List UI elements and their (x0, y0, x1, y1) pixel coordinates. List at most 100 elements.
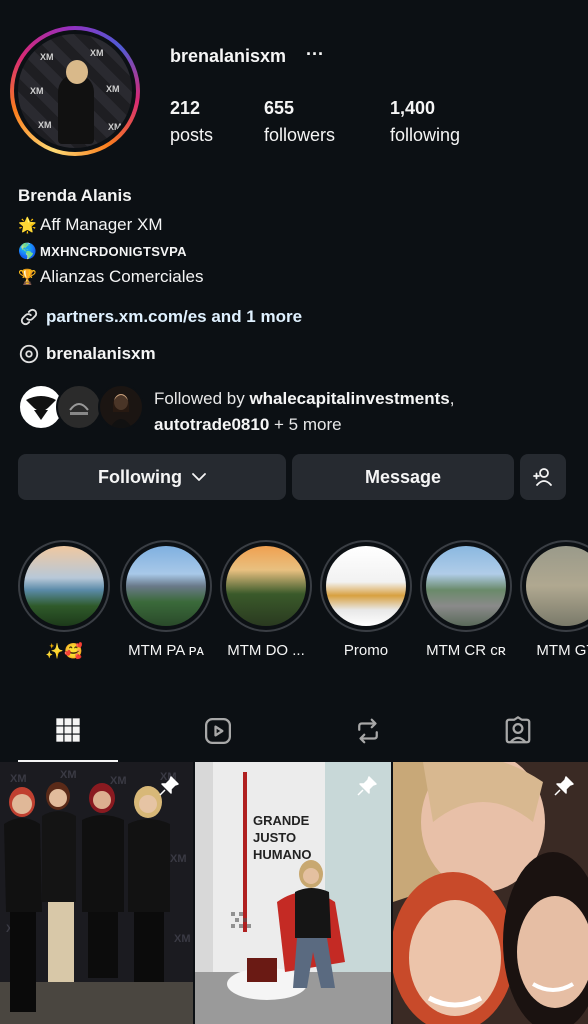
followers-count: 655 (264, 98, 295, 118)
highlight-label: ✨🥰 (45, 643, 83, 660)
highlight-item[interactable]: MTM CR ᴄʀ (420, 540, 512, 659)
link-icon (20, 308, 38, 326)
profile-bio: Brenda Alanis 🌟 Aff Manager XM 🌎 MXHNCRD… (18, 186, 578, 290)
highlight-label: MTM PA ᴘᴀ (128, 642, 204, 659)
pinned-icon (554, 776, 574, 796)
message-button[interactable]: Message (292, 454, 514, 500)
highlight-thumbnail (326, 546, 406, 626)
followed-by[interactable]: Followed by whalecapitalinvestments, aut… (18, 382, 578, 434)
profile-full-name: Brenda Alanis (18, 186, 132, 205)
highlight-item[interactable]: ✨🥰 (18, 540, 110, 660)
highlight-item[interactable]: MTM PA ᴘᴀ (120, 540, 212, 659)
xm-logo: XM (30, 86, 44, 96)
bio-line-alliances: 🏆 Alianzas Comerciales (18, 264, 578, 290)
followed-by-prefix: Followed by (154, 389, 250, 408)
profile-username: brenalanisxm (170, 46, 287, 66)
reels-icon (205, 718, 231, 744)
tab-posts[interactable] (18, 700, 118, 762)
post-image (393, 762, 588, 1024)
suggested-users-button[interactable] (520, 454, 566, 500)
post-sign-text: GRANDE JUSTO HUMANO (253, 813, 312, 862)
following-button[interactable]: Following (18, 454, 286, 500)
posts-grid: XMXMXMXM XMXMXMXM (0, 762, 588, 1024)
trophy-emoji: 🏆 (18, 269, 37, 286)
highlight-label: MTM DO ... (227, 642, 305, 659)
followed-by-text: Followed by whalecapitalinvestments, aut… (154, 386, 454, 438)
reposts-icon (358, 718, 378, 744)
post-image: XMXMXMXM XMXMXMXM (0, 762, 193, 1024)
follower-photo (110, 394, 132, 428)
post-thumbnail[interactable] (393, 762, 588, 1024)
tab-reposts[interactable] (318, 700, 418, 762)
following-count: 1,400 (390, 98, 436, 118)
bio-regions-text: MXHNCRDONIGTSVPA (40, 243, 187, 259)
followers-label: followers (264, 125, 336, 145)
svg-text:XM: XM (174, 933, 191, 945)
bio-line-regions: 🌎 MXHNCRDONIGTSVPA (18, 238, 578, 264)
more-options-icon[interactable]: ··· (306, 44, 324, 65)
profile-avatar[interactable]: XM XM XM XM XM XM (10, 26, 140, 156)
post-image (195, 762, 391, 1024)
highlight-item[interactable]: MTM GT (520, 540, 588, 659)
highlight-thumbnail (226, 546, 306, 626)
followed-by-comma: , (449, 389, 455, 408)
message-button-label: Message (364, 466, 442, 487)
following-button-label: Following (98, 466, 182, 487)
star-emoji: 🌟 (18, 217, 37, 234)
xm-logo: XM (38, 120, 52, 130)
add-user-icon (533, 468, 552, 486)
tagged-icon (505, 716, 531, 744)
bio-role-text: Aff Manager XM (40, 215, 163, 234)
threads-username: brenalanisxm (46, 344, 156, 363)
autotrade-logo-icon (69, 403, 89, 415)
avatar-head (66, 60, 88, 84)
highlight-thumbnail (126, 546, 206, 626)
svg-text:XM: XM (170, 853, 187, 865)
avatar-photo: XM XM XM XM XM XM (18, 34, 132, 148)
story-highlights: ✨🥰 MTM PA ᴘᴀ MTM DO ... Promo MTM CR ᴄʀ … (18, 540, 588, 670)
highlight-label: MTM CR ᴄʀ (426, 642, 506, 659)
posts-count: 212 (170, 98, 201, 118)
followed-user-1[interactable]: whalecapitalinvestments (249, 389, 449, 408)
follower-avatar-3 (98, 384, 144, 430)
highlight-item[interactable]: MTM DO ... (220, 540, 312, 659)
following-label: following (390, 125, 461, 145)
post-thumbnail[interactable]: XMXMXMXM XMXMXMXM (0, 762, 193, 1024)
svg-text:XM: XM (60, 769, 77, 781)
highlight-thumbnail (426, 546, 506, 626)
xm-logo: XM (106, 84, 120, 94)
profile-header: XM XM XM XM XM XM brenalanisxm ··· 212 p… (0, 0, 588, 170)
profile-tabs (0, 700, 588, 762)
grid-icon (56, 718, 80, 742)
highlight-label: Promo (343, 642, 389, 659)
xm-logo: XM (108, 122, 122, 132)
xm-logo: XM (40, 52, 54, 62)
followers-stat[interactable]: 655 followers (264, 98, 335, 146)
bio-link-text: partners.xm.com/es and 1 more (46, 307, 303, 326)
followed-user-2[interactable]: autotrade0810 (154, 415, 269, 434)
tab-reels[interactable] (168, 700, 268, 762)
globe-emoji: 🌎 (18, 243, 37, 260)
follower-avatar-2 (56, 384, 102, 430)
tab-tagged[interactable] (468, 700, 568, 762)
followed-by-suffix: + 5 more (269, 415, 342, 434)
highlight-thumbnail (24, 546, 104, 626)
highlight-item[interactable]: Promo (320, 540, 412, 659)
following-stat[interactable]: 1,400 following (390, 98, 460, 146)
threads-link[interactable]: brenalanisxm (18, 343, 156, 365)
highlight-thumbnail (526, 546, 588, 626)
svg-text:XM: XM (10, 773, 27, 785)
avatar-person (58, 74, 94, 144)
bio-alliances-text: Alianzas Comerciales (40, 267, 204, 286)
threads-icon (19, 344, 39, 364)
posts-stat: 212 posts (170, 98, 213, 146)
posts-label: posts (170, 125, 214, 145)
chevron-down-icon (192, 473, 206, 481)
svg-text:XM: XM (110, 775, 127, 787)
pinned-icon (357, 776, 377, 796)
highlight-label: MTM GT (536, 642, 588, 659)
bio-line-role: 🌟 Aff Manager XM (18, 212, 578, 238)
post-thumbnail[interactable]: GRANDE JUSTO HUMANO (195, 762, 391, 1024)
bio-link[interactable]: partners.xm.com/es and 1 more (18, 306, 302, 328)
xm-logo: XM (90, 48, 104, 58)
